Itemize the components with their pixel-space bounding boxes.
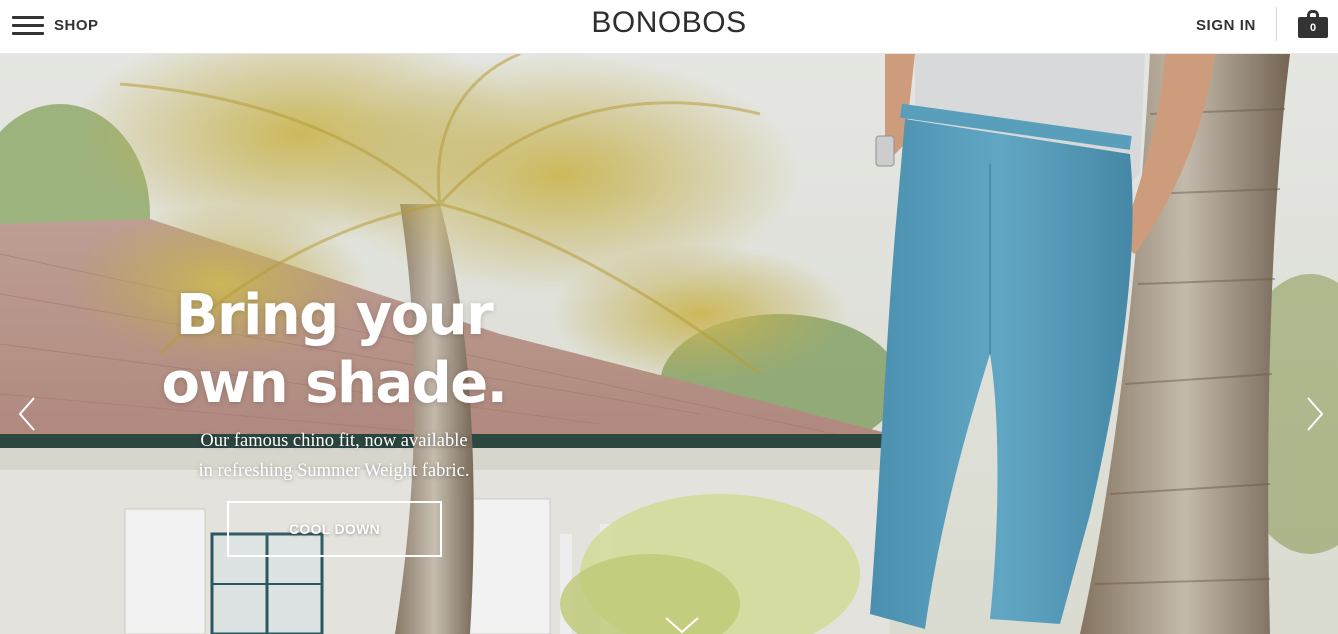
- logo-link[interactable]: BONOBOS: [591, 6, 746, 39]
- hero-headline: Bring your own shade.: [150, 282, 518, 418]
- carousel-next-button[interactable]: [1304, 396, 1326, 432]
- hero-copy: Bring your own shade. Our famous chino f…: [150, 282, 518, 486]
- headline-line-1: Bring your: [175, 283, 494, 348]
- cart-button[interactable]: 0: [1298, 8, 1328, 40]
- carousel-prev-button[interactable]: [16, 396, 38, 432]
- site-header: SHOP BONOBOS SIGN IN 0: [0, 0, 1338, 54]
- sign-in-link[interactable]: SIGN IN: [1196, 17, 1256, 34]
- brand-logo: BONOBOS: [0, 6, 1338, 40]
- headline-line-2: own shade.: [161, 351, 508, 416]
- chevron-left-icon: [18, 397, 35, 431]
- cart-count: 0: [1298, 17, 1328, 38]
- header-divider: [1276, 7, 1277, 41]
- chevron-right-icon: [1307, 397, 1324, 431]
- scroll-down-button[interactable]: [664, 614, 700, 634]
- hero-subheading: Our famous chino fit, now available in r…: [150, 426, 518, 486]
- hero-banner: Bring your own shade. Our famous chino f…: [0, 54, 1338, 634]
- subhead-line-1: Our famous chino fit, now available: [200, 431, 468, 451]
- cool-down-button[interactable]: COOL DOWN: [227, 501, 442, 557]
- subhead-line-2: in refreshing Summer Weight fabric.: [198, 461, 470, 481]
- chevron-down-icon: [665, 617, 699, 634]
